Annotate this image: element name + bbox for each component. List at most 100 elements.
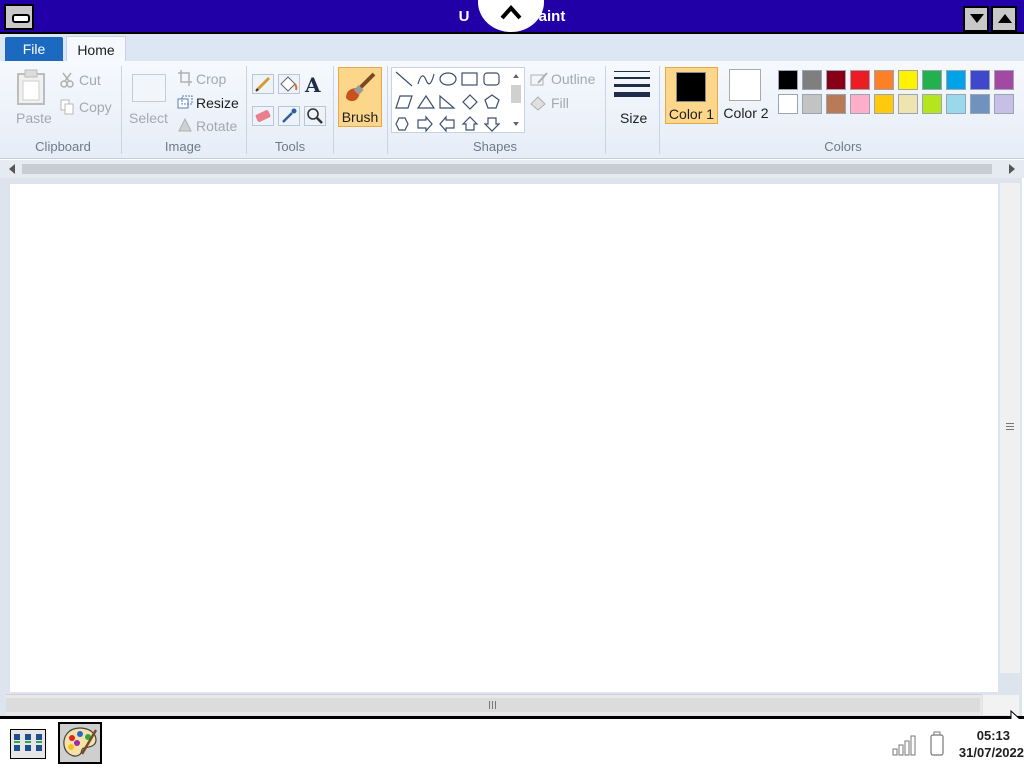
app-grid-icon [14,734,42,751]
scroll-left-icon[interactable] [8,164,16,174]
line-width-icon [614,71,650,97]
resize-button[interactable]: Resize [196,95,239,111]
rotate-icon [178,117,192,137]
color1-button[interactable]: Color 1 [665,67,718,124]
group-divider [246,66,247,154]
eraser-icon [255,110,271,122]
magnifier-tool[interactable] [304,106,326,126]
resize-icon [177,95,193,114]
eraser-tool[interactable] [252,106,274,126]
palette-swatch[interactable] [850,70,870,90]
fill-tool[interactable] [278,74,300,94]
palette-swatch[interactable] [874,94,894,114]
color1-swatch [676,72,706,102]
drawing-canvas[interactable] [10,184,998,692]
taskbar-paint-button[interactable] [58,722,102,764]
paint-bucket-icon [280,76,298,92]
palette-swatch[interactable] [826,94,846,114]
group-divider [121,66,122,154]
crop-icon [178,70,192,91]
color2-swatch [729,69,761,101]
palette-swatch[interactable] [898,94,918,114]
size-button[interactable] [614,70,650,107]
triangle-up-icon [998,14,1012,23]
home-tab[interactable]: Home [66,36,126,62]
palette-swatch[interactable] [802,94,822,114]
color2-button[interactable]: Color 2 [721,67,771,124]
brush-button[interactable]: Brush [338,67,382,127]
palette-swatch[interactable] [994,94,1014,114]
group-divider [659,66,660,154]
palette-swatch[interactable] [922,94,942,114]
paste-label: Paste [16,110,52,126]
shapes-scroll[interactable] [510,70,522,130]
ribbon-scroll-strip[interactable] [0,160,1024,178]
shapes-icons [395,71,501,133]
select-label: Select [129,110,168,126]
triangle-down-icon [970,14,984,23]
grip-icon [489,701,496,709]
color2-label: Color 2 [723,105,769,121]
palette-swatch[interactable] [946,94,966,114]
outline-icon [530,71,548,92]
rotate-button[interactable]: Rotate [196,118,237,134]
copy-button[interactable]: Copy [79,99,112,115]
palette-swatch[interactable] [970,70,990,90]
crop-button[interactable]: Crop [196,71,226,87]
file-tab[interactable]: File [5,37,63,61]
group-divider [333,66,334,154]
chevron-up-icon [500,5,522,20]
shapes-gallery[interactable] [391,67,525,133]
horizontal-scrollbar[interactable] [6,694,982,715]
colors-group-label: Colors [824,139,862,154]
clock-date: 31/07/2022 [958,745,1024,760]
minimize-button[interactable] [963,6,989,32]
palette-swatch[interactable] [802,70,822,90]
shapes-group-label: Shapes [472,139,518,154]
grip-icon [1006,423,1014,430]
clipboard-group-label: Clipboard [35,139,91,154]
copy-icon [60,99,74,120]
horizontal-scroll-thumb[interactable] [6,698,980,712]
maximize-button[interactable] [991,6,1017,32]
palette-swatch[interactable] [874,70,894,90]
taskbar-apps-button[interactable] [10,729,46,759]
paste-button[interactable] [14,68,48,111]
palette-swatch[interactable] [850,94,870,114]
size-label: Size [620,110,648,126]
cut-button[interactable]: Cut [79,72,101,88]
scroll-right-icon[interactable] [1008,164,1016,174]
fill-button[interactable]: Fill [551,95,569,111]
palette-swatch[interactable] [778,70,798,90]
magnifier-icon [307,108,323,124]
scissors-icon [60,72,74,93]
palette-swatch[interactable] [994,70,1014,90]
vertical-scrollbar[interactable] [1000,183,1020,673]
palette-swatch[interactable] [826,70,846,90]
image-group-label: Image [164,139,202,154]
fill-icon [530,95,548,116]
group-divider [387,66,388,154]
taskbar [0,719,1024,768]
color-picker-tool[interactable] [278,106,300,126]
outline-button[interactable]: Outline [551,71,595,87]
palette-swatch[interactable] [898,70,918,90]
tools-group-label: Tools [274,139,306,154]
clock-time: 05:13 [976,728,1010,743]
pencil-tool[interactable] [252,74,274,94]
ribbon-tab-row [0,34,1024,62]
pencil-icon [255,76,271,92]
text-tool[interactable]: A [305,73,321,97]
ribbon-scroll-track[interactable] [22,164,992,174]
brush-icon [346,72,376,102]
paint-palette-icon [63,727,98,757]
color1-label: Color 1 [668,106,715,122]
select-button[interactable] [132,74,166,102]
group-divider [605,66,606,154]
palette-swatch[interactable] [778,94,798,114]
palette-swatch[interactable] [970,94,990,114]
signal-strength-icon [892,735,916,756]
palette-swatch[interactable] [946,70,966,90]
eyedropper-icon [282,108,297,123]
palette-swatch[interactable] [922,70,942,90]
